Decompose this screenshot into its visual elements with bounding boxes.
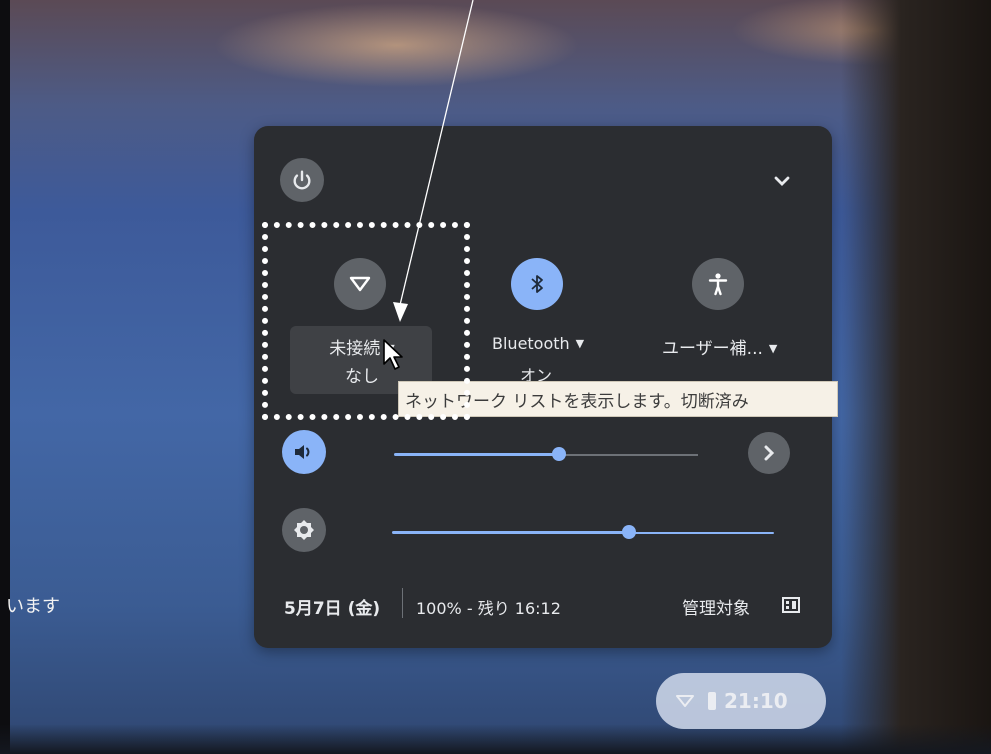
date-label[interactable]: 5月7日 (金)	[284, 594, 380, 619]
background-text: います	[6, 596, 60, 617]
screen-bezel-bottom	[0, 724, 991, 754]
screen-bezel-right	[841, 0, 991, 754]
power-icon	[293, 170, 311, 190]
annotation-highlight-box	[262, 222, 470, 420]
brightness-icon	[294, 520, 314, 540]
volume-slider-filled[interactable]	[394, 453, 558, 456]
brightness-slider-filled[interactable]	[392, 531, 632, 534]
power-button[interactable]	[280, 158, 324, 202]
caret-down-icon: ▼	[768, 342, 778, 355]
brightness-slider-handle[interactable]	[622, 525, 636, 539]
managed-label[interactable]: 管理対象	[682, 594, 750, 619]
battery-status: 100% - 残り 16:12	[416, 599, 561, 618]
chevron-right-icon	[764, 445, 775, 461]
bluetooth-toggle[interactable]	[511, 258, 563, 310]
shelf-status-area[interactable]: 21:10	[656, 673, 826, 729]
accessibility-icon	[708, 273, 728, 296]
caret-down-icon: ▼	[575, 337, 585, 350]
screen-bezel-left	[0, 0, 10, 754]
volume-icon	[295, 445, 310, 459]
bluetooth-icon	[531, 275, 543, 293]
accessibility-label-button[interactable]: ユーザー補... ▼	[662, 334, 777, 359]
battery-icon	[708, 692, 716, 710]
volume-slider-rest[interactable]	[558, 454, 698, 456]
collapse-button[interactable]	[762, 164, 802, 198]
enterprise-icon[interactable]	[782, 596, 800, 614]
volume-slider-handle[interactable]	[552, 447, 566, 461]
chevron-down-icon	[774, 176, 790, 186]
footer-divider	[402, 588, 403, 618]
brightness-button[interactable]	[282, 508, 326, 552]
brightness-slider-rest[interactable]	[632, 532, 774, 534]
volume-mute-button[interactable]	[282, 430, 326, 474]
audio-settings-button[interactable]	[748, 432, 790, 474]
wifi-icon	[676, 695, 694, 707]
bluetooth-label-button[interactable]: Bluetooth ▼	[492, 334, 584, 353]
accessibility-toggle[interactable]	[692, 258, 744, 310]
clock-time: 21:10	[724, 689, 788, 713]
